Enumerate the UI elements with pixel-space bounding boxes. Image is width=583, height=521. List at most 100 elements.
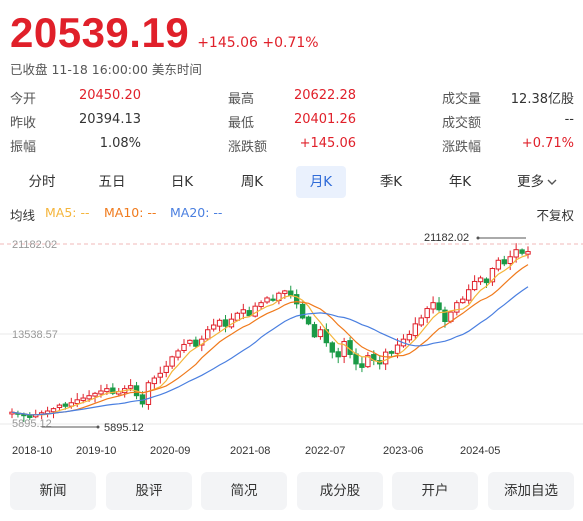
stats-row: 今开 20450.20 最高 20622.28 成交量 12.38亿股: [10, 86, 574, 110]
adjust-toggle[interactable]: 不复权: [536, 205, 574, 224]
candle-body: [216, 319, 223, 327]
tab-daily-k[interactable]: 日K: [158, 166, 206, 198]
tab-label: 五日: [98, 174, 126, 190]
x-tick-label: 2020-09: [150, 445, 190, 457]
button-label: 简况: [230, 483, 258, 499]
candle-body: [98, 390, 104, 395]
stat-value-low: 20401.26: [293, 112, 356, 127]
period-tabs: 分时 五日 日K 周K 月K 季K 年K 更多: [10, 166, 574, 198]
candle-body: [382, 351, 389, 365]
tab-more[interactable]: 更多: [506, 166, 568, 198]
stat-value-change-pct: +0.71%: [521, 136, 574, 151]
candle-body: [418, 317, 424, 326]
x-tick-label: 2022-07: [305, 445, 345, 457]
stat-value-volume: 12.38亿股: [510, 92, 574, 107]
y-tick-label: 13538.57: [12, 329, 58, 341]
tab-weekly-k[interactable]: 周K: [227, 166, 277, 198]
candle-body: [288, 290, 294, 297]
constituents-button[interactable]: 成分股: [297, 472, 383, 510]
x-tick-label: 2021-08: [230, 445, 270, 457]
min-marker-dot: [96, 425, 100, 429]
stat-value-high: 20622.28: [293, 88, 356, 103]
last-price: 20539.19: [10, 9, 190, 56]
candle-body: [86, 395, 92, 400]
tab-label: 更多: [517, 174, 544, 190]
profile-button[interactable]: 简况: [201, 472, 287, 510]
candle-body: [222, 319, 229, 327]
x-tick-label: 2024-05: [460, 445, 500, 457]
commentary-button[interactable]: 股评: [106, 472, 192, 510]
stat-label-change-amount: 涨跌额: [228, 140, 268, 155]
candle-body: [483, 278, 490, 284]
candle-body: [193, 339, 199, 347]
ma5-value: MA5: --: [45, 205, 90, 220]
x-tick-label: 2023-06: [383, 445, 423, 457]
candle-body: [50, 408, 57, 413]
candle-body: [329, 342, 335, 353]
kline-chart-svg: 21182.02 13538.57 5895.12 2018-10 2019-10 202…: [0, 232, 583, 457]
candle-body: [145, 382, 152, 405]
candle-body: [181, 343, 187, 352]
news-button[interactable]: 新闻: [10, 472, 96, 510]
stat-label-change-pct: 涨跌幅: [442, 140, 482, 155]
candle-body: [175, 350, 181, 358]
candle-body: [335, 351, 341, 358]
tab-five-day[interactable]: 五日: [88, 166, 136, 198]
y-tick-label: 21182.02: [12, 239, 57, 251]
stat-label-low: 最低: [228, 116, 255, 131]
candle-body: [163, 365, 169, 373]
chevron-down-icon: [547, 179, 557, 185]
stat-value-open: 20450.20: [78, 88, 141, 103]
button-label: 开户: [421, 483, 449, 499]
candle-body: [525, 251, 531, 255]
button-label: 新闻: [39, 483, 67, 499]
tab-label: 日K: [170, 174, 194, 190]
candle-body: [519, 249, 525, 254]
candle-body: [246, 310, 252, 317]
ma20-value: MA20: --: [170, 205, 223, 220]
candle-body: [104, 388, 110, 393]
market-status: 已收盘 11-18 16:00:00 美东时间: [10, 62, 202, 77]
candle-body: [501, 259, 507, 265]
candle-body: [388, 351, 395, 354]
stat-label-amplitude: 振幅: [10, 140, 37, 155]
candle-body: [495, 259, 502, 270]
tab-quarterly-k[interactable]: 季K: [366, 166, 416, 198]
tab-label: 月K: [309, 174, 333, 190]
kline-chart[interactable]: 21182.02 13538.57 5895.12 2018-10 2019-10 202…: [0, 228, 583, 464]
stats-row: 昨收 20394.13 最低 20401.26 成交额 --: [10, 110, 574, 134]
candle-body: [454, 302, 460, 313]
candle-body: [299, 303, 306, 319]
stat-label-open: 今开: [10, 92, 37, 107]
tab-yearly-k[interactable]: 年K: [435, 166, 485, 198]
candle-body: [80, 397, 86, 401]
change-amount: +145.06: [197, 35, 258, 51]
change-percent: +0.71%: [262, 35, 319, 51]
stat-label-turnover: 成交额: [442, 116, 482, 131]
candle-body: [359, 363, 365, 368]
candle-body: [406, 333, 413, 341]
candle-body: [270, 298, 276, 301]
stat-label-high: 最高: [228, 92, 255, 107]
tab-intraday[interactable]: 分时: [18, 166, 66, 198]
min-marker-label: 5895.12: [104, 422, 144, 434]
tab-monthly-k[interactable]: 月K: [296, 166, 346, 198]
candle-body: [74, 399, 80, 405]
x-tick-label: 2019-10: [76, 445, 116, 457]
open-account-button[interactable]: 开户: [392, 472, 478, 510]
candle-body: [412, 323, 419, 337]
candle-body: [92, 392, 98, 397]
candle-body: [430, 302, 436, 310]
tab-label: 年K: [448, 174, 472, 190]
button-label: 成分股: [319, 483, 361, 499]
candle-body: [465, 289, 472, 301]
candle-body: [424, 308, 430, 319]
button-label: 股评: [135, 483, 163, 499]
stat-value-turnover: --: [564, 112, 574, 127]
add-watchlist-button[interactable]: 添加自选: [488, 472, 574, 510]
price-change: +145.06 +0.71%: [197, 35, 318, 51]
candle-body: [169, 356, 175, 367]
ma-indicator-label[interactable]: 均线: [10, 205, 35, 224]
button-label: 添加自选: [504, 483, 558, 499]
tab-label: 周K: [240, 174, 264, 190]
